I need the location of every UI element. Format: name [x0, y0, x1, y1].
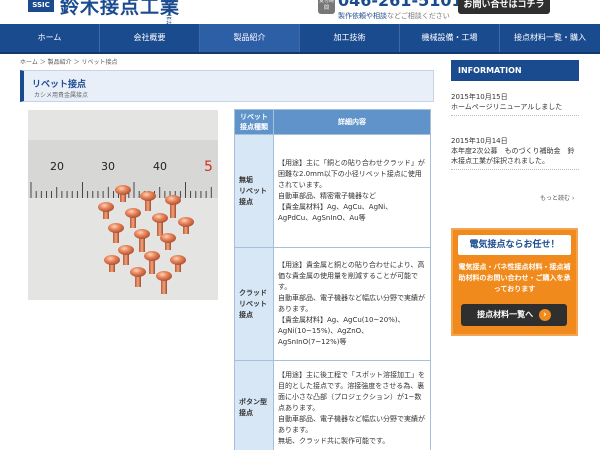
- breadcrumb[interactable]: ホーム ＞ 製品紹介 ＞ リベット接点: [20, 57, 117, 66]
- phone-number[interactable]: 046-261-5101: [338, 0, 463, 10]
- type-label: クラッド リベット接点: [239, 288, 274, 319]
- phone-note-suffix: などご相談ください: [387, 12, 450, 20]
- page-title: リベット接点: [32, 80, 87, 90]
- type-label: ボタン型 接点: [239, 398, 267, 417]
- rivet-contacts-image: 20 30 40 5: [28, 110, 218, 300]
- type-label: 無垢 リベット 接点: [239, 175, 267, 206]
- page-subtitle: カシメ用貴金属接点: [34, 92, 89, 99]
- desc-cell-solid: 【用途】主に「銅との貼り合わせクラッド」が困難な2.0mm以下の小径リベット接点…: [273, 134, 431, 248]
- ruler-label-30: 30: [101, 160, 115, 173]
- materials-list-button-label: 接点材料一覧へ: [477, 310, 534, 319]
- news-text[interactable]: ホームページリニューアルしました: [451, 103, 562, 111]
- spec-table: リベット 接点種類 詳細内容 無垢 リベット 接点 【用途】主に「銅との貼り合わ…: [234, 109, 431, 450]
- news-text[interactable]: 本年度2次公募 ものづくり補助金 鈴木接点工業が採択されました。: [451, 147, 574, 165]
- desc-line: 【用途】主に後工程で「スポット溶接加工」を目的とした接点です。溶接強度をさせる為…: [278, 370, 425, 412]
- table-header-type-text: リベット 接点種類: [240, 113, 268, 131]
- ruler-label-20: 20: [50, 160, 64, 173]
- table-header-detail-text: 詳細内容: [338, 118, 366, 126]
- table-row: クラッド リベット接点 【用途】貴金属と銅との貼り合わせにより、高価な貴金属の使…: [234, 247, 431, 361]
- desc-line: 【用途】貴金属と銅との貼り合わせにより、高価な貴金属の使用量を削減することが可能…: [278, 261, 425, 291]
- news-item[interactable]: 2015年10月15日 ホームページリニューアルしました: [451, 92, 579, 116]
- type-cell-button: ボタン型 接点: [234, 360, 274, 450]
- main-nav: ホーム 会社概要 製品紹介 加工技術 機械設備・工場 接点材料一覧・購入: [0, 24, 600, 54]
- news-date: 2015年10月14日: [451, 137, 508, 145]
- desc-line: 【貴金属材料】Ag、AgCu、AgNi、AgPdCu、AgSnInO、Au等: [278, 203, 393, 222]
- desc-line: 自動車部品、精密電子機器など: [278, 192, 376, 200]
- desc-line: 【用途】主に「銅との貼り合わせクラッド」が困難な2.0mm以下の小径リベット接点…: [278, 159, 425, 189]
- materials-list-button[interactable]: 接点材料一覧へ ›: [461, 304, 567, 326]
- chevron-right-icon: ›: [571, 195, 575, 202]
- contact-button[interactable]: お問い合せはコチラ: [458, 0, 550, 14]
- table-header-detail: 詳細内容: [273, 109, 431, 135]
- nav-item-equipment[interactable]: 機械設備・工場: [400, 24, 500, 52]
- nav-item-company[interactable]: 会社概要: [100, 24, 200, 52]
- news-date: 2015年10月15日: [451, 93, 508, 101]
- table-row: ボタン型 接点 【用途】主に後工程で「スポット溶接加工」を目的とした接点です。溶…: [234, 360, 431, 450]
- table-row: 無垢 リベット 接点 【用途】主に「銅との貼り合わせクラッド」が困難な2.0mm…: [234, 134, 431, 248]
- site-header: SSIC 鈴木接点工業 株式会社 受付時間 046-261-5101 製作依頼や…: [0, 0, 600, 24]
- logo-icon[interactable]: SSIC: [28, 0, 54, 12]
- page-title-box: リベット接点 カシメ用貴金属接点: [20, 70, 434, 102]
- desc-cell-clad: 【用途】貴金属と銅との貼り合わせにより、高価な貴金属の使用量を削減することが可能…: [273, 247, 431, 361]
- information-header: INFORMATION: [451, 60, 579, 81]
- divider: [451, 166, 579, 170]
- chevron-right-icon: ›: [538, 308, 551, 321]
- phone-note: 製作依頼や相談などご相談ください: [338, 11, 450, 21]
- more-link-text[interactable]: もっと読む: [540, 195, 570, 202]
- nav-item-home[interactable]: ホーム: [0, 24, 100, 52]
- ruler-label-5: 5: [204, 159, 213, 175]
- company-suffix: 株式会社: [166, 0, 173, 24]
- banner-title: 電気接点ならお任せ！: [458, 235, 571, 255]
- desc-cell-button: 【用途】主に後工程で「スポット溶接加工」を目的とした接点です。溶接強度をさせる為…: [273, 360, 431, 450]
- phone-note-highlight: 製作依頼や相談: [338, 12, 387, 20]
- divider: [451, 112, 579, 116]
- company-name[interactable]: 鈴木接点工業: [60, 0, 180, 19]
- phone-badge: 受付時間: [318, 0, 335, 14]
- type-cell-solid: 無垢 リベット 接点: [234, 134, 274, 248]
- ruler-label-40: 40: [153, 160, 167, 173]
- nav-item-materials[interactable]: 接点材料一覧・購入: [500, 24, 600, 52]
- desc-line: 自動車部品、電子機器など幅広い分野で実績があります。: [278, 414, 425, 434]
- news-item[interactable]: 2015年10月14日 本年度2次公募 ものづくり補助金 鈴木接点工業が採択され…: [451, 136, 579, 170]
- product-photo: 20 30 40 5: [28, 110, 218, 300]
- desc-line: 自動車部品、電子機器など幅広い分野で実績があります。: [278, 294, 425, 313]
- nav-item-technology[interactable]: 加工技術: [300, 24, 400, 52]
- nav-item-products[interactable]: 製品紹介: [200, 24, 300, 52]
- materials-banner[interactable]: 電気接点ならお任せ！ 電気接点・バネ性接点材料・接点補助材料のお問い合わせ・ご購…: [451, 228, 578, 336]
- desc-line: 無垢、クラッド共に製作可能です。: [278, 436, 390, 445]
- type-cell-clad: クラッド リベット接点: [234, 247, 274, 361]
- banner-text: 電気接点・バネ性接点材料・接点補助材料のお問い合わせ・ご購入を承っております: [458, 263, 571, 293]
- table-header-type: リベット 接点種類: [234, 109, 274, 135]
- more-link[interactable]: もっと読む ›: [540, 193, 574, 202]
- desc-line: 【貴金属材料】Ag、AgCu(10~20%)、AgNi(10~15%)、AgZn…: [278, 316, 405, 346]
